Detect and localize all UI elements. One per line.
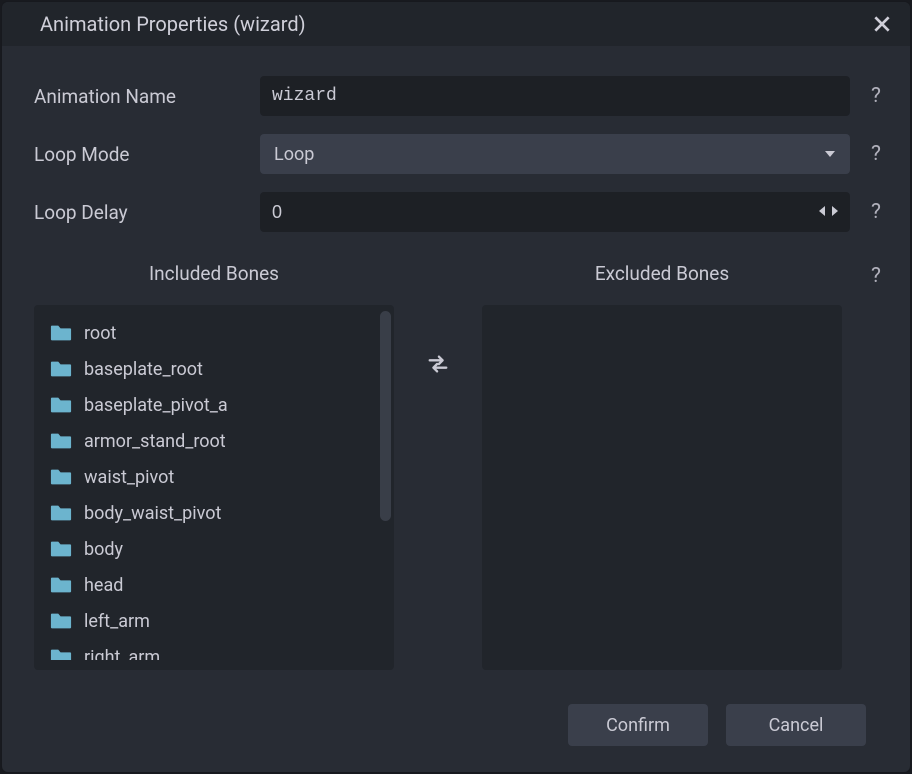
loop-mode-value: Loop xyxy=(274,144,314,165)
included-bones-list[interactable]: root baseplate_root baseplate_pivot_aarmor… xyxy=(34,315,394,660)
bone-item-label: right_arm xyxy=(84,647,160,661)
help-loop-delay[interactable]: ? xyxy=(866,192,886,232)
swap-icon xyxy=(427,353,449,375)
folder-icon xyxy=(50,359,72,379)
excluded-bones-list[interactable] xyxy=(482,315,842,660)
chevron-down-icon xyxy=(824,144,836,165)
excluded-bones-header: Excluded Bones xyxy=(482,262,842,285)
bone-item-label: armor_stand_root xyxy=(84,431,226,452)
stepper-left-icon[interactable] xyxy=(817,202,827,223)
cancel-button[interactable]: Cancel xyxy=(726,704,866,746)
loop-delay-stepper xyxy=(817,202,840,223)
bone-item[interactable]: waist_pivot xyxy=(34,459,394,495)
excluded-bones-column: Excluded Bones xyxy=(482,262,842,670)
included-bones-column: Included Bones root baseplate_rootbasepla… xyxy=(34,262,394,670)
bone-item-label: body xyxy=(84,539,123,560)
help-loop-mode[interactable]: ? xyxy=(866,134,886,174)
close-button[interactable] xyxy=(868,10,896,38)
animation-properties-dialog: Animation Properties (wizard) Animation … xyxy=(2,2,910,772)
bone-item[interactable]: baseplate_root xyxy=(34,351,394,387)
stepper-right-icon[interactable] xyxy=(830,202,840,223)
dialog-title: Animation Properties (wizard) xyxy=(40,12,306,36)
included-bones-header: Included Bones xyxy=(34,262,394,285)
loop-mode-control: Loop xyxy=(260,134,850,174)
bone-item[interactable]: body xyxy=(34,531,394,567)
bone-item[interactable]: body_waist_pivot xyxy=(34,495,394,531)
loop-delay-control xyxy=(260,192,850,232)
bone-item-label: left_arm xyxy=(84,611,150,632)
row-loop-mode: Loop Mode Loop ? xyxy=(34,134,886,174)
bone-item[interactable]: left_arm xyxy=(34,603,394,639)
folder-icon xyxy=(50,395,72,415)
bone-item[interactable]: head xyxy=(34,567,394,603)
bone-item[interactable]: right_arm xyxy=(34,639,394,660)
folder-icon xyxy=(50,647,72,660)
animation-name-input[interactable] xyxy=(260,76,850,116)
bone-item[interactable]: armor_stand_root xyxy=(34,423,394,459)
loop-delay-label: Loop Delay xyxy=(34,201,244,224)
bone-item-label: baseplate_root xyxy=(84,359,203,380)
folder-icon xyxy=(50,575,72,595)
row-loop-delay: Loop Delay ? xyxy=(34,192,886,232)
animation-name-control xyxy=(260,76,850,116)
bones-section: Included Bones root baseplate_rootbasepla… xyxy=(34,262,886,670)
bone-item[interactable]: baseplate_pivot_a xyxy=(34,387,394,423)
help-bones[interactable]: ? xyxy=(866,262,886,670)
folder-icon xyxy=(50,323,72,343)
bone-item-label: waist_pivot xyxy=(84,467,174,488)
folder-icon xyxy=(50,467,72,487)
bone-item-label: root xyxy=(84,323,116,344)
swap-column xyxy=(418,262,458,670)
animation-name-label: Animation Name xyxy=(34,85,244,108)
close-icon xyxy=(872,14,892,34)
folder-icon xyxy=(50,503,72,523)
dialog-body: Animation Name ? Loop Mode Loop ? Loop D… xyxy=(2,46,910,682)
bone-item[interactable]: root xyxy=(34,315,394,351)
bone-item-label: head xyxy=(84,575,123,596)
bone-item-label: baseplate_pivot_a xyxy=(84,395,228,416)
loop-mode-select[interactable]: Loop xyxy=(260,134,850,174)
folder-icon xyxy=(50,611,72,631)
folder-icon xyxy=(50,431,72,451)
confirm-button[interactable]: Confirm xyxy=(568,704,708,746)
loop-mode-label: Loop Mode xyxy=(34,143,244,166)
loop-delay-input[interactable] xyxy=(272,202,817,223)
swap-button[interactable] xyxy=(422,348,454,380)
folder-icon xyxy=(50,539,72,559)
row-animation-name: Animation Name ? xyxy=(34,76,886,116)
bone-item-label: body_waist_pivot xyxy=(84,503,221,524)
excluded-bones-panel xyxy=(482,305,842,670)
scrollbar-thumb[interactable] xyxy=(380,311,391,521)
titlebar: Animation Properties (wizard) xyxy=(2,2,910,46)
dialog-footer: Confirm Cancel xyxy=(2,682,910,772)
included-bones-panel: root baseplate_root baseplate_pivot_aarmor… xyxy=(34,305,394,670)
help-animation-name[interactable]: ? xyxy=(866,76,886,116)
